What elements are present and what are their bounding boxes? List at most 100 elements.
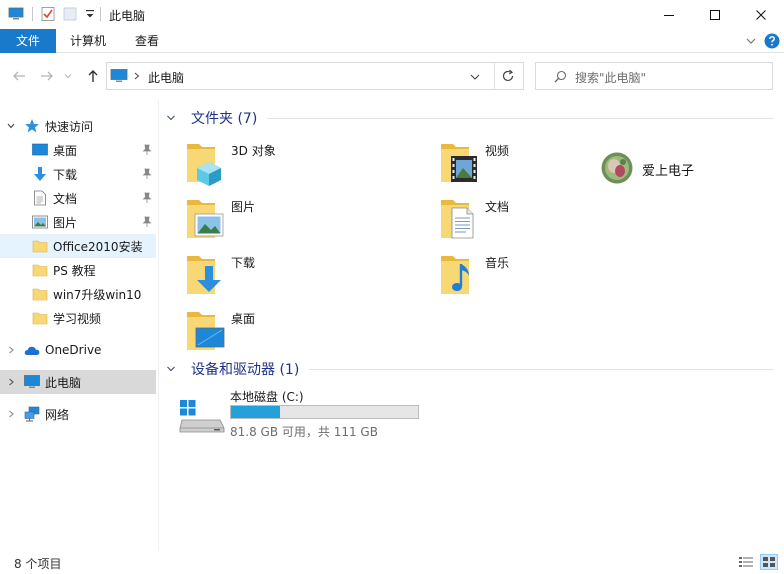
drive-free-space: 81.8 GB 可用，共 111 GB	[230, 425, 378, 439]
this-pc-icon[interactable]	[8, 6, 24, 22]
nav-label: 下载	[53, 167, 78, 182]
tile-label: 下载	[231, 256, 256, 270]
3d-objects-folder-icon	[187, 144, 221, 186]
help-icon[interactable]	[764, 33, 780, 49]
chevron-down-icon[interactable]	[6, 121, 16, 131]
this-pc-icon	[110, 69, 128, 82]
nav-item-ps-tutorial[interactable]: PS 教程	[0, 258, 156, 282]
music-folder-icon	[441, 256, 469, 294]
expand-ribbon-icon[interactable]	[745, 36, 757, 46]
nav-item-onedrive[interactable]: OneDrive	[0, 338, 156, 362]
large-icons-view-icon[interactable]	[760, 554, 778, 570]
chevron-right-icon[interactable]	[6, 409, 16, 419]
nav-label: 此电脑	[45, 375, 82, 390]
group-header-devices[interactable]: 设备和驱动器 (1)	[166, 358, 774, 380]
tile-label: 音乐	[485, 256, 510, 270]
breadcrumb-chevron-icon	[134, 72, 140, 80]
search-box[interactable]: 搜索"此电脑"	[535, 62, 773, 90]
this-pc-icon	[24, 375, 40, 388]
pin-icon[interactable]	[141, 192, 153, 204]
minimize-button[interactable]	[646, 0, 692, 29]
nav-label: Office2010安装	[53, 239, 143, 254]
video-folder-icon	[441, 144, 477, 182]
tile-label: 图片	[231, 200, 256, 214]
customize-dropdown-icon[interactable]	[82, 6, 98, 22]
chevron-down-icon	[167, 366, 175, 372]
folder-icon	[32, 288, 48, 301]
back-button[interactable]	[10, 67, 28, 85]
folder-tile-music[interactable]: 音乐	[439, 252, 679, 304]
nav-item-win7-upgrade[interactable]: win7升级win10	[0, 282, 156, 306]
nav-item-downloads[interactable]: 下载	[0, 162, 156, 186]
nav-item-desktop[interactable]: 桌面	[0, 138, 156, 162]
document-icon	[34, 190, 46, 206]
minimize-icon	[664, 14, 674, 16]
nav-item-office2010[interactable]: Office2010安装	[0, 234, 156, 258]
drive-usage-bar	[230, 405, 419, 419]
maximize-button[interactable]	[692, 0, 738, 29]
group-header-folders[interactable]: 文件夹 (7)	[166, 107, 774, 129]
chevron-right-icon[interactable]	[6, 377, 16, 387]
nav-label: 学习视频	[53, 311, 102, 326]
tile-label: 桌面	[231, 312, 256, 326]
nav-label: PS 教程	[53, 263, 96, 278]
nav-item-network[interactable]: 网络	[0, 402, 156, 426]
recent-locations-button[interactable]	[62, 67, 74, 85]
tile-label: 爱上电子	[642, 164, 695, 179]
new-folder-icon[interactable]	[62, 6, 78, 22]
address-bar[interactable]: 此电脑	[106, 62, 524, 90]
folder-tile-downloads[interactable]: 下载	[185, 252, 425, 304]
tab-view[interactable]: 查看	[120, 29, 174, 53]
properties-icon[interactable]	[40, 6, 56, 22]
downloads-folder-icon	[187, 256, 221, 294]
refresh-icon[interactable]	[501, 69, 515, 83]
network-icon	[24, 406, 40, 422]
tile-label: 视频	[485, 144, 510, 158]
tab-file[interactable]: 文件	[0, 29, 56, 53]
nav-item-documents[interactable]: 文档	[0, 186, 156, 210]
pin-icon[interactable]	[141, 216, 153, 228]
folder-tile-documents[interactable]: 文档	[439, 196, 679, 248]
avatar-image-icon	[601, 152, 633, 184]
pin-icon[interactable]	[141, 168, 153, 180]
nav-item-pictures[interactable]: 图片	[0, 210, 156, 234]
search-icon	[554, 70, 567, 83]
nav-quick-access[interactable]: 快速访问	[0, 114, 156, 138]
search-placeholder: 搜索"此电脑"	[575, 71, 647, 85]
folder-tile-desktop[interactable]: 桌面	[185, 308, 425, 360]
folder-icon	[32, 312, 48, 325]
close-icon	[756, 9, 766, 20]
chevron-down-icon	[64, 74, 72, 79]
pane-divider[interactable]	[158, 100, 159, 550]
tile-label: 文档	[485, 200, 510, 214]
folder-icon	[32, 240, 48, 253]
drive-usage-fill	[231, 406, 281, 418]
drive-tile-c[interactable]: 本地磁盘 (C:) 81.8 GB 可用，共 111 GB	[178, 386, 438, 440]
group-title: 设备和驱动器 (1)	[191, 362, 300, 378]
folder-tile-3d-objects[interactable]: 3D 对象	[185, 140, 425, 192]
item-count: 8 个项目	[14, 557, 62, 571]
breadcrumb-this-pc[interactable]: 此电脑	[148, 69, 184, 86]
tab-computer[interactable]: 计算机	[60, 29, 116, 53]
folder-tile-pictures[interactable]: 图片	[185, 196, 425, 248]
details-view-icon[interactable]	[738, 556, 754, 568]
nav-label: 图片	[53, 215, 78, 230]
forward-arrow-icon	[41, 71, 53, 81]
windows-drive-icon	[179, 400, 225, 433]
nav-item-study-videos[interactable]: 学习视频	[0, 306, 156, 330]
desktop-folder-icon	[187, 312, 225, 350]
window-title: 此电脑	[109, 9, 146, 23]
pin-icon[interactable]	[141, 144, 153, 156]
address-dropdown-icon[interactable]	[469, 72, 481, 82]
close-button[interactable]	[738, 0, 784, 29]
drive-name: 本地磁盘 (C:)	[230, 390, 304, 404]
forward-button[interactable]	[38, 67, 56, 85]
nav-label: OneDrive	[45, 343, 102, 357]
nav-item-this-pc[interactable]: 此电脑	[0, 370, 156, 394]
desktop-icon	[32, 143, 48, 156]
chevron-right-icon[interactable]	[6, 345, 16, 355]
documents-folder-icon	[441, 200, 474, 239]
chevron-down-icon	[167, 115, 175, 121]
cloud-icon	[24, 346, 40, 355]
up-button[interactable]	[84, 67, 102, 85]
